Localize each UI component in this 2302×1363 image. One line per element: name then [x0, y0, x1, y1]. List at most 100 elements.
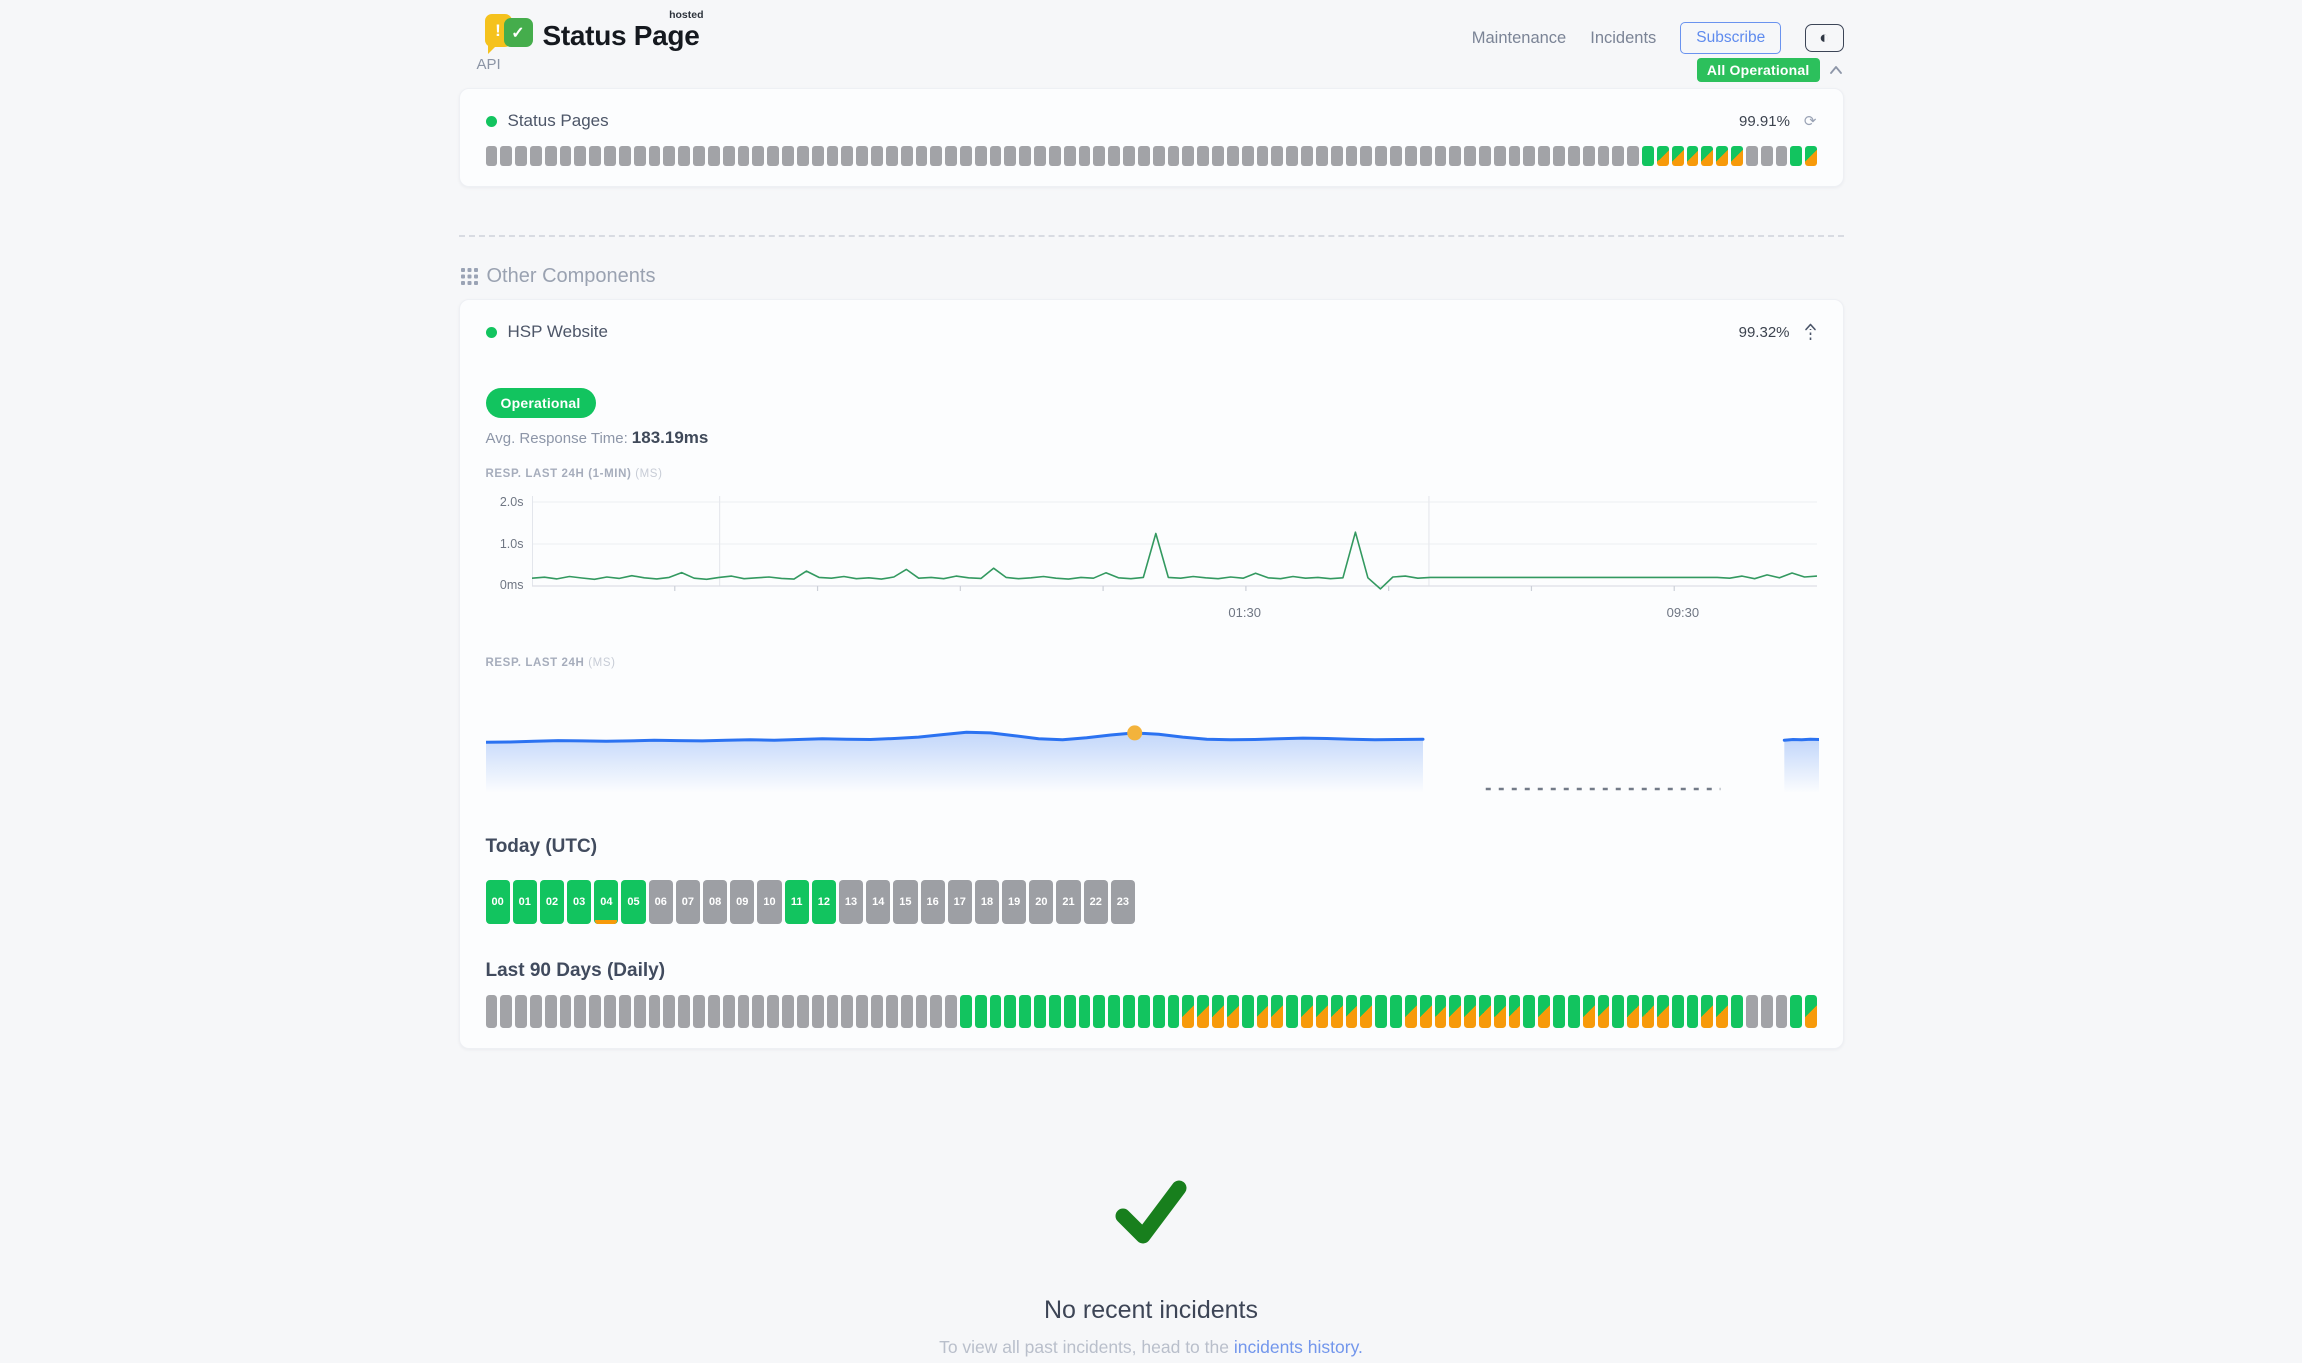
uptime-bar — [797, 995, 809, 1028]
hour-cell: 16 — [921, 880, 945, 924]
chart-marker-dot — [1127, 725, 1142, 740]
hour-cell: 23 — [1111, 880, 1135, 924]
uptime-bar — [871, 146, 883, 166]
uptime-bar — [1494, 995, 1506, 1028]
incidents-section: No recent incidents To view all past inc… — [459, 1179, 1844, 1358]
uptime-bar — [738, 146, 750, 166]
uptime-bar — [1538, 146, 1550, 166]
uptime-bar — [945, 995, 957, 1028]
uptime-bar — [1612, 995, 1624, 1028]
uptime-bar — [1464, 995, 1476, 1028]
hour-cell: 17 — [948, 880, 972, 924]
collapse-arrow-icon[interactable] — [1804, 323, 1817, 342]
uptime-bar — [560, 146, 572, 166]
component-name: HSP Website — [486, 322, 608, 342]
uptime-bar — [1642, 146, 1654, 166]
last90-bars — [486, 995, 1817, 1028]
uptime-bar — [634, 146, 646, 166]
uptime-bar — [975, 995, 987, 1028]
subscribe-button[interactable]: Subscribe — [1680, 22, 1781, 54]
uptime-bar — [1449, 146, 1461, 166]
uptime-bar — [545, 995, 557, 1028]
uptime-bar — [1642, 995, 1654, 1028]
last90-heading: Last 90 Days (Daily) — [486, 960, 1817, 982]
uptime-bar — [1316, 995, 1328, 1028]
uptime-bar — [1079, 146, 1091, 166]
uptime-bar — [1034, 146, 1046, 166]
uptime-bar — [708, 146, 720, 166]
uptime-bar — [1138, 146, 1150, 166]
uptime-bar — [1375, 146, 1387, 166]
hour-cell: 11 — [785, 880, 809, 924]
today-heading: Today (UTC) — [486, 836, 1817, 858]
component-card-hsp-website: HSP Website 99.32% Operational Avg. Resp… — [459, 299, 1844, 1049]
uptime-bar — [738, 995, 750, 1028]
uptime-bar — [1687, 995, 1699, 1028]
uptime-bar — [1168, 146, 1180, 166]
chart1-y-axis: 2.0s 1.0s 0ms — [486, 492, 532, 596]
uptime-bar — [901, 146, 913, 166]
uptime-bar — [1301, 146, 1313, 166]
hour-cell: 07 — [676, 880, 700, 924]
hour-cell: 06 — [649, 880, 673, 924]
uptime-bar — [1257, 995, 1269, 1028]
hour-cell: 05 — [621, 880, 645, 924]
hour-cell: 21 — [1056, 880, 1080, 924]
theme-toggle-button[interactable]: ◐ — [1805, 24, 1843, 52]
uptime-bar — [752, 995, 764, 1028]
uptime-bar — [1790, 146, 1802, 166]
uptime-bar — [486, 146, 498, 166]
incidents-history-link[interactable]: incidents history — [1234, 1337, 1358, 1357]
uptime-bar — [486, 995, 498, 1028]
uptime-bar — [1790, 995, 1802, 1028]
incidents-history-link-period[interactable]: . — [1358, 1337, 1363, 1357]
uptime-bar — [1138, 995, 1150, 1028]
uptime-bar — [604, 146, 616, 166]
uptime-bar — [916, 146, 928, 166]
uptime-bar — [663, 146, 675, 166]
overall-status-row: All Operational — [1697, 58, 1844, 82]
uptime-bar — [560, 995, 572, 1028]
uptime-bar — [1004, 146, 1016, 166]
uptime-bar — [1405, 146, 1417, 166]
section-title-api: API — [477, 56, 501, 73]
uptime-bar — [1271, 146, 1283, 166]
refresh-icon[interactable]: ⟳ — [1804, 112, 1817, 130]
nav-incidents[interactable]: Incidents — [1590, 29, 1656, 48]
uptime-bar — [960, 995, 972, 1028]
uptime-bar — [1123, 146, 1135, 166]
uptime-bar — [812, 995, 824, 1028]
status-page: ! ✓ Status Page hosted Maintenance Incid… — [0, 0, 2302, 1363]
uptime-bar — [841, 995, 853, 1028]
uptime-bar — [1776, 995, 1788, 1028]
uptime-bar — [530, 995, 542, 1028]
uptime-bar — [945, 146, 957, 166]
header: ! ✓ Status Page hosted Maintenance Incid… — [459, 8, 1844, 84]
uptime-bar — [1242, 995, 1254, 1028]
response-minute-chart: 2.0s 1.0s 0ms — [486, 492, 1817, 601]
uptime-bar — [856, 995, 868, 1028]
chevron-up-icon[interactable] — [1828, 64, 1844, 76]
uptime-bar — [990, 146, 1002, 166]
uptime-bar — [1805, 146, 1817, 166]
hour-cell: 22 — [1084, 880, 1108, 924]
uptime-bar — [1627, 995, 1639, 1028]
no-incidents-title: No recent incidents — [459, 1296, 1844, 1325]
chart2-label: RESP. LAST 24H (MS) — [486, 657, 1817, 669]
theme-icon: ◐ — [1819, 28, 1829, 47]
uptime-bar — [752, 146, 764, 166]
uptime-bar — [1761, 995, 1773, 1028]
uptime-bar — [1612, 146, 1624, 166]
uptime-bar — [856, 146, 868, 166]
uptime-bar — [1064, 146, 1076, 166]
uptime-bar — [1598, 995, 1610, 1028]
uptime-bar — [1583, 146, 1595, 166]
uptime-bar — [723, 146, 735, 166]
component-card-status-pages: Status Pages 99.91% ⟳ — [459, 88, 1844, 187]
chart1-label: RESP. LAST 24H (1-MIN) (MS) — [486, 468, 1817, 480]
nav-maintenance[interactable]: Maintenance — [1472, 29, 1566, 48]
uptime-bar — [663, 995, 675, 1028]
uptime-bar — [1553, 995, 1565, 1028]
uptime-bar — [1153, 146, 1165, 166]
uptime-bar — [1197, 995, 1209, 1028]
